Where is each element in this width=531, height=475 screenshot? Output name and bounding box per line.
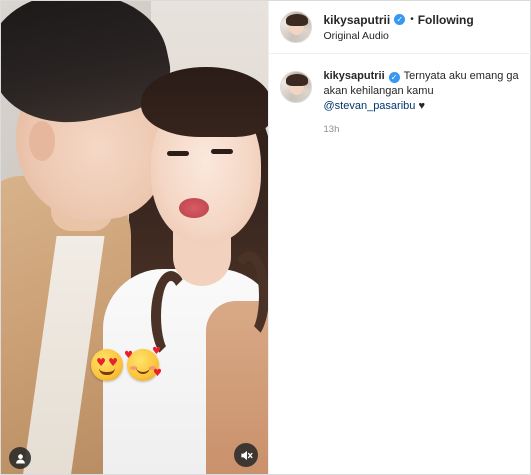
caption-username[interactable]: kikysaputrii	[324, 70, 385, 82]
verified-badge-icon: ✓	[394, 14, 406, 25]
user-icon	[15, 453, 25, 464]
post-timestamp[interactable]: 13h	[324, 124, 524, 135]
heart-emoji: ♥	[415, 100, 425, 112]
woman-lips	[179, 198, 209, 218]
author-username[interactable]: kikysaputrii	[324, 13, 391, 27]
emoji-stickers: ♥ ♥ ♥ ♥ ♥	[91, 346, 162, 381]
mention-link[interactable]: @stevan_pasaribu	[324, 100, 416, 112]
post-side-panel: kikysaputrii ✓ • Following Original Audi…	[267, 1, 531, 474]
tagged-users-button[interactable]	[9, 447, 31, 469]
separator-dot: •	[410, 14, 414, 25]
caption-verified-icon: ✓	[388, 72, 400, 83]
speaker-muted-icon	[240, 450, 253, 460]
mute-toggle-button[interactable]	[234, 443, 258, 467]
post-header: kikysaputrii ✓ • Following Original Audi…	[268, 1, 531, 54]
smiling-hearts-emoji-icon: ♥ ♥ ♥	[124, 346, 162, 381]
heart-eyes-emoji-icon: ♥ ♥	[91, 349, 123, 381]
avatar[interactable]	[279, 11, 312, 43]
instagram-post: ♥ ♥ ♥ ♥ ♥ kikysaputrii ✓ • Following Ori…	[0, 0, 531, 475]
following-button[interactable]: Following	[418, 13, 474, 27]
post-video[interactable]: ♥ ♥ ♥ ♥ ♥	[1, 1, 268, 474]
caption-avatar[interactable]	[279, 71, 312, 103]
post-caption: kikysaputrii ✓ Ternyata aku emang ga akan …	[279, 69, 525, 135]
original-audio-link[interactable]: Original Audio	[324, 30, 474, 42]
